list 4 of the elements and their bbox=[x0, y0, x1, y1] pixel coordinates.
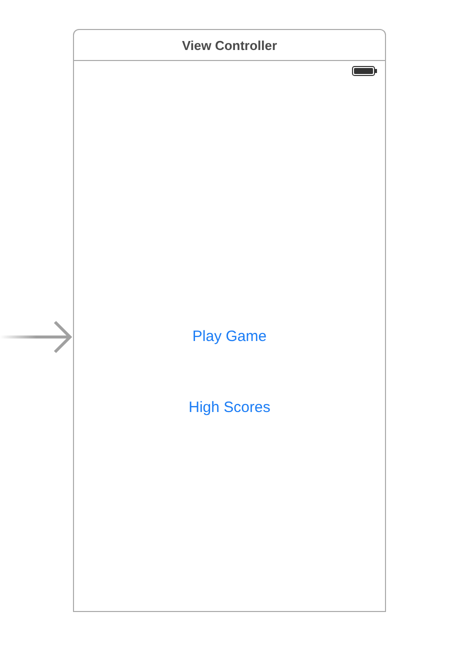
text-button[interactable]: Play Game bbox=[188, 321, 271, 351]
scene-title: View Controller bbox=[182, 38, 278, 52]
text-button[interactable]: High Scores bbox=[184, 392, 274, 422]
battery-icon bbox=[352, 66, 377, 76]
